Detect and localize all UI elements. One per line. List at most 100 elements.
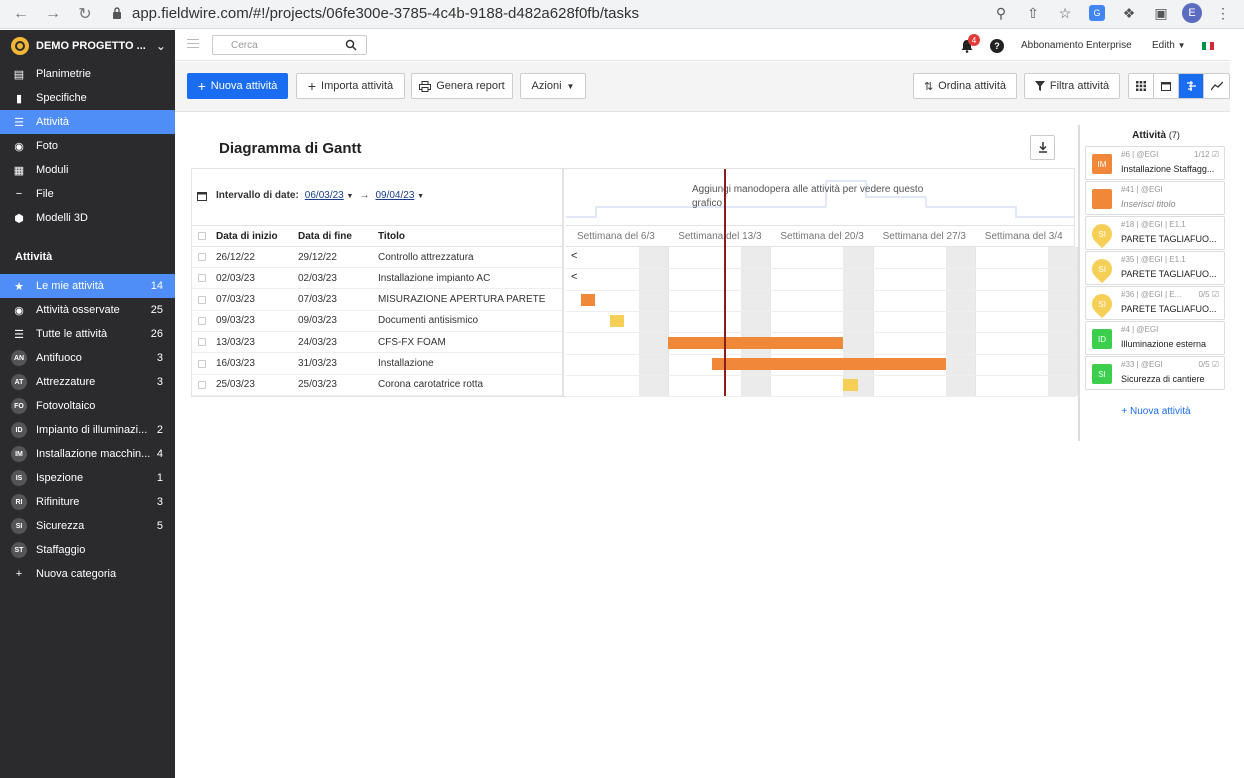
sidebar-item-4[interactable]: ▦ Moduli xyxy=(0,158,175,182)
download-button[interactable] xyxy=(1030,135,1055,160)
col-end-date[interactable]: Data di fine xyxy=(298,231,378,242)
calendar-view-icon[interactable] xyxy=(1154,74,1179,98)
category-badge: AT xyxy=(11,374,27,390)
select-all-checkbox[interactable] xyxy=(198,232,206,240)
category-item-6[interactable]: ID Impianto di illuminazi... 2 xyxy=(0,418,175,442)
gantt-bar[interactable] xyxy=(712,358,946,370)
extensions-puzzle-icon[interactable]: ❖ xyxy=(1118,2,1140,24)
category-item-2[interactable]: ☰ Tutte le attività 26 xyxy=(0,322,175,346)
chart-view-icon[interactable] xyxy=(1204,74,1229,98)
table-row[interactable]: 13/03/23 24/03/23 CFS-FX FOAM xyxy=(192,332,562,354)
category-item-4[interactable]: AT Attrezzature 3 xyxy=(0,370,175,394)
table-row[interactable]: 02/03/23 02/03/23 Installazione impianto A… xyxy=(192,268,562,290)
row-checkbox[interactable] xyxy=(198,274,206,283)
range-start-dropdown[interactable]: 06/03/23 ▼ xyxy=(305,190,354,201)
col-start-date[interactable]: Data di inizio xyxy=(216,231,298,242)
table-row[interactable]: 07/03/23 07/03/23 MISURAZIONE APERTURA PAR… xyxy=(192,290,562,311)
col-title[interactable]: Titolo xyxy=(378,231,558,242)
reload-icon[interactable]: ↻ xyxy=(72,1,98,27)
address-bar[interactable]: app.fieldwire.com/#!/projects/06fe300e-3… xyxy=(112,2,1072,24)
row-checkbox[interactable] xyxy=(198,380,206,389)
row-checkbox[interactable] xyxy=(198,295,206,304)
profile-avatar[interactable]: E xyxy=(1182,3,1202,23)
start-date: 02/03/23 xyxy=(216,272,255,284)
start-date: 13/03/23 xyxy=(216,336,255,348)
hamburger-icon[interactable] xyxy=(187,39,199,49)
sidebar-item-5[interactable]: − File xyxy=(0,182,175,206)
sort-tasks-button[interactable]: ⇅ Ordina attività xyxy=(913,73,1017,99)
help-icon[interactable]: ? xyxy=(990,39,1004,53)
share-icon[interactable]: ⇧ xyxy=(1022,2,1044,24)
category-item-9[interactable]: RI Rifiniture 3 xyxy=(0,490,175,514)
generate-report-button[interactable]: Genera report xyxy=(411,73,513,99)
sidepanel-icon[interactable]: ▣ xyxy=(1150,2,1172,24)
task-card[interactable]: SI #18 | @EGI | E1.1 PARETE TAGLIAFUO... xyxy=(1085,216,1225,250)
italian-flag-icon[interactable] xyxy=(1202,42,1214,50)
category-item-12[interactable]: + Nuova categoria xyxy=(0,562,175,586)
subscription-link[interactable]: Abbonamento Enterprise xyxy=(1021,40,1132,51)
import-tasks-button[interactable]: + Importa attività xyxy=(296,73,405,99)
row-checkbox[interactable] xyxy=(198,316,206,325)
card-meta: #6 | @EGI xyxy=(1121,150,1159,159)
table-row[interactable]: 09/03/23 09/03/23 Documenti antisismico xyxy=(192,311,562,332)
category-item-10[interactable]: SI Sicurezza 5 xyxy=(0,514,175,538)
row-checkbox[interactable] xyxy=(198,338,206,347)
category-item-8[interactable]: IS Ispezione 1 xyxy=(0,466,175,490)
book-icon: ▮ xyxy=(15,92,23,105)
task-card[interactable]: IM #6 | @EGI 1/12 ☑ Installazione Staffagg.… xyxy=(1085,146,1225,180)
category-item-7[interactable]: IM Installazione macchin... 4 xyxy=(0,442,175,466)
start-date: 25/03/23 xyxy=(216,379,255,391)
table-row[interactable]: 26/12/22 29/12/22 Controllo attrezzatura xyxy=(192,247,562,268)
forward-icon[interactable]: → xyxy=(40,1,66,27)
new-task-link[interactable]: + Nuova attività xyxy=(1080,406,1232,417)
category-label: Ispezione xyxy=(36,472,84,484)
task-card[interactable]: SI #33 | @EGI 0/5 ☑ Sicurezza di cantiere xyxy=(1085,356,1225,390)
row-checkbox[interactable] xyxy=(198,253,206,261)
category-item-5[interactable]: FO Fotovoltaico xyxy=(0,394,175,418)
menu-dots-icon[interactable]: ⋮ xyxy=(1212,2,1234,24)
user-menu[interactable]: Edith ▼ xyxy=(1152,40,1186,51)
back-icon[interactable]: ← xyxy=(8,1,34,27)
actions-dropdown[interactable]: Azioni ▼ xyxy=(520,73,586,99)
out-of-range-marker[interactable]: < xyxy=(571,271,577,283)
plus-icon: + xyxy=(15,568,23,580)
sidebar-item-1[interactable]: ▮ Specifiche xyxy=(0,86,175,110)
category-item-3[interactable]: AN Antifuoco 3 xyxy=(0,346,175,370)
task-card[interactable]: #41 | @EGI Inserisci titolo xyxy=(1085,181,1225,215)
user-name: Edith xyxy=(1152,40,1175,51)
task-card[interactable]: ID #4 | @EGI Illuminazione esterna xyxy=(1085,321,1225,355)
category-item-1[interactable]: ◉ Attività osservate 25 xyxy=(0,298,175,322)
gantt-bar[interactable] xyxy=(580,294,596,307)
filter-tasks-button[interactable]: Filtra attività xyxy=(1024,73,1120,99)
category-item-0[interactable]: ★ Le mie attività 14 xyxy=(0,274,175,298)
project-switcher[interactable]: DEMO PROGETTO ... ⌄ xyxy=(0,30,175,62)
task-card[interactable]: SI #35 | @EGI | E1.1 PARETE TAGLIAFUO... xyxy=(1085,251,1225,285)
table-row[interactable]: 16/03/23 31/03/23 Installazione xyxy=(192,354,562,375)
gantt-bar[interactable] xyxy=(609,315,625,328)
sidebar-item-6[interactable]: ⬢ Modelli 3D xyxy=(0,206,175,230)
sidebar-item-3[interactable]: ◉ Foto xyxy=(0,134,175,158)
table-row[interactable]: 25/03/23 25/03/23 Corona carotatrice rotta xyxy=(192,375,562,396)
grid-view-icon[interactable] xyxy=(1129,74,1154,98)
zoom-icon[interactable]: ⚲ xyxy=(990,2,1012,24)
sidebar-item-0[interactable]: ▤ Planimetrie xyxy=(0,62,175,86)
new-task-button[interactable]: + Nuova attività xyxy=(187,73,288,99)
task-card[interactable]: SI #36 | @EGI | E... 0/5 ☑ PARETE TAGLIAFUO… xyxy=(1085,286,1225,320)
search-input[interactable]: Cerca xyxy=(212,35,367,55)
gantt-view-icon[interactable] xyxy=(1179,74,1204,98)
week-gridline xyxy=(770,247,772,396)
range-end-dropdown[interactable]: 09/04/23 ▼ xyxy=(375,190,424,201)
cube-icon: ⬢ xyxy=(14,212,24,225)
bookmark-star-icon[interactable]: ☆ xyxy=(1054,2,1076,24)
week-label: Settimana del 27/3 xyxy=(882,231,966,242)
translate-extension-icon[interactable]: G xyxy=(1086,2,1108,24)
out-of-range-marker[interactable]: < xyxy=(571,250,577,262)
lock-icon xyxy=(113,7,121,19)
category-item-11[interactable]: ST Staffaggio xyxy=(0,538,175,562)
gantt-bar[interactable] xyxy=(668,336,844,349)
sidebar-item-2[interactable]: ☰ Attività xyxy=(0,110,175,134)
card-badge: ID xyxy=(1098,334,1106,344)
gantt-bar[interactable] xyxy=(843,379,858,392)
map-icon: ▤ xyxy=(13,68,25,81)
row-checkbox[interactable] xyxy=(198,359,206,368)
